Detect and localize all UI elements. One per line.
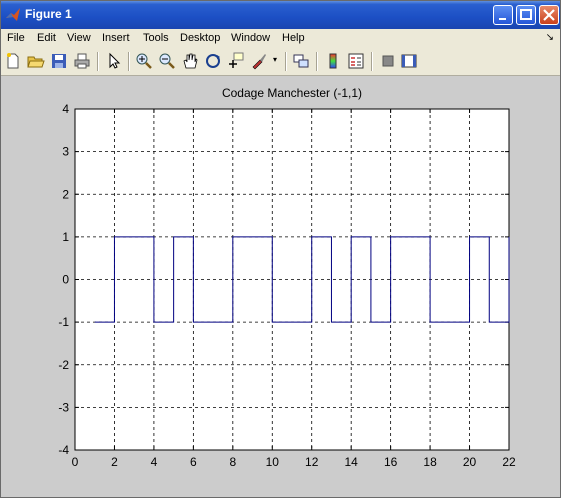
pointer-icon[interactable] (105, 52, 123, 70)
title-bar[interactable]: Figure 1 (1, 1, 560, 29)
toolbar-separator (128, 52, 130, 71)
brush-icon[interactable] (250, 52, 268, 70)
pan-icon[interactable] (181, 52, 199, 70)
x-tick-label: 10 (266, 455, 280, 469)
menu-insert[interactable]: Insert (102, 32, 130, 44)
y-tick-label: -3 (58, 400, 69, 414)
menu-help[interactable]: Help (282, 32, 305, 44)
y-tick-label: 1 (62, 230, 69, 244)
toolbar-separator (371, 52, 373, 71)
close-icon (543, 9, 555, 21)
x-tick-label: 2 (111, 455, 118, 469)
figure-window: Figure 1 File Edit View Insert Tools Des… (0, 0, 561, 498)
rotate-3d-icon[interactable] (204, 52, 222, 70)
colorbar-icon[interactable] (324, 52, 342, 70)
menu-edit[interactable]: Edit (37, 32, 56, 44)
y-tick-label: -2 (58, 358, 69, 372)
minimize-button[interactable] (493, 5, 513, 25)
y-tick-label: 2 (62, 187, 69, 201)
y-tick-label: 0 (62, 273, 69, 287)
x-tick-label: 6 (190, 455, 197, 469)
window-title: Figure 1 (25, 7, 72, 21)
x-tick-label: 8 (229, 455, 236, 469)
maximize-button[interactable] (516, 5, 536, 25)
show-plot-tools-icon[interactable] (400, 52, 418, 70)
menu-window[interactable]: Window (231, 32, 270, 44)
y-tick-label: 3 (62, 145, 69, 159)
x-tick-label: 0 (72, 455, 79, 469)
toolbar-separator (316, 52, 318, 71)
matlab-logo-icon (6, 8, 20, 21)
chart: 0 2 4 6 8 10 12 14 16 18 20 22-4-3-2-101234 Codage … (58, 86, 516, 469)
x-tick-label: 14 (345, 455, 359, 469)
close-button[interactable] (539, 5, 559, 25)
toolbar-separator (285, 52, 287, 71)
maximize-icon (520, 9, 532, 20)
open-file-icon[interactable] (27, 52, 45, 70)
brush-dropdown-icon[interactable]: ▾ (273, 55, 277, 64)
x-tick-label: 4 (151, 455, 158, 469)
dock-arrow-icon[interactable]: ↘ (546, 32, 554, 43)
new-figure-icon[interactable] (4, 52, 22, 70)
menu-file[interactable]: File (7, 32, 25, 44)
y-tick-label: -4 (58, 443, 69, 457)
x-tick-label: 20 (463, 455, 477, 469)
x-tick-label: 22 (502, 455, 516, 469)
minimize-icon (499, 18, 506, 20)
chart-title: Codage Manchester (-1,1) (222, 86, 362, 100)
plot-canvas: 0 2 4 6 8 10 12 14 16 18 20 22 -4 -3 -2 -1 0 1 2 3 4 Codage … (1, 76, 560, 497)
print-icon[interactable] (73, 52, 91, 70)
menu-tools[interactable]: Tools (143, 32, 169, 44)
legend-icon[interactable] (347, 52, 365, 70)
menu-view[interactable]: View (67, 32, 91, 44)
y-tick-label: 4 (62, 102, 69, 116)
menu-bar: File Edit View Insert Tools Desktop Wind… (1, 29, 560, 48)
zoom-in-icon[interactable] (135, 52, 153, 70)
zoom-out-icon[interactable] (158, 52, 176, 70)
save-icon[interactable] (50, 52, 68, 70)
data-cursor-icon[interactable] (227, 52, 245, 70)
y-tick-label: -1 (58, 315, 69, 329)
link-plot-icon[interactable] (292, 52, 310, 70)
x-tick-label: 16 (384, 455, 398, 469)
menu-desktop[interactable]: Desktop (180, 32, 220, 44)
figure-toolbar: ▾ (1, 48, 560, 76)
toolbar-separator (97, 52, 99, 71)
hide-plot-tools-icon[interactable] (379, 52, 397, 70)
x-tick-label: 18 (423, 455, 437, 469)
x-tick-label: 12 (305, 455, 319, 469)
